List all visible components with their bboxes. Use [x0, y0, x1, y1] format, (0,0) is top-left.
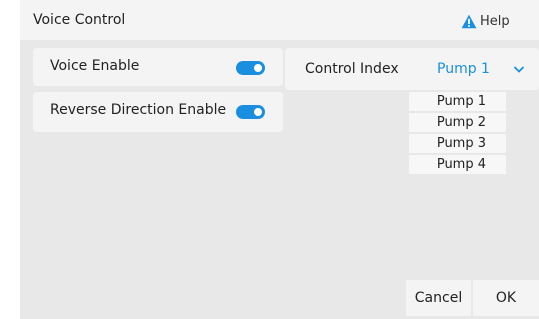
control-index-dropdown: Pump 1 Pump 2 Pump 3 Pump 4: [409, 92, 506, 176]
help-label: Help: [480, 13, 510, 29]
cancel-button[interactable]: Cancel: [406, 280, 471, 316]
toggle-knob: [254, 108, 262, 116]
control-index-panel: Control Index Pump 1: [285, 48, 539, 90]
control-index-value: Pump 1: [437, 61, 490, 77]
reverse-direction-toggle[interactable]: [236, 105, 265, 119]
app: Voice Control Help Voice Enable Reverse …: [0, 0, 539, 319]
option-pump-1[interactable]: Pump 1: [409, 92, 506, 111]
toggle-knob: [254, 64, 262, 72]
reverse-direction-row: Reverse Direction Enable: [33, 92, 283, 132]
voice-enable-toggle[interactable]: [236, 61, 265, 75]
option-pump-3[interactable]: Pump 3: [409, 134, 506, 153]
voice-control-dialog: Voice Control Help Voice Enable Reverse …: [20, 0, 539, 319]
chevron-down-icon: [513, 66, 525, 73]
control-index-select[interactable]: Pump 1: [427, 51, 537, 87]
ok-button[interactable]: OK: [473, 280, 539, 316]
warning-icon: [461, 14, 477, 28]
voice-enable-row: Voice Enable: [33, 48, 283, 86]
reverse-direction-label: Reverse Direction Enable: [50, 102, 227, 118]
control-index-label: Control Index: [305, 61, 399, 77]
dialog-title: Voice Control: [33, 12, 126, 28]
help-button[interactable]: Help: [452, 6, 539, 36]
voice-enable-label: Voice Enable: [50, 58, 140, 74]
option-pump-2[interactable]: Pump 2: [409, 113, 506, 132]
option-pump-4[interactable]: Pump 4: [409, 155, 506, 174]
dialog-header: Voice Control Help: [20, 0, 539, 40]
